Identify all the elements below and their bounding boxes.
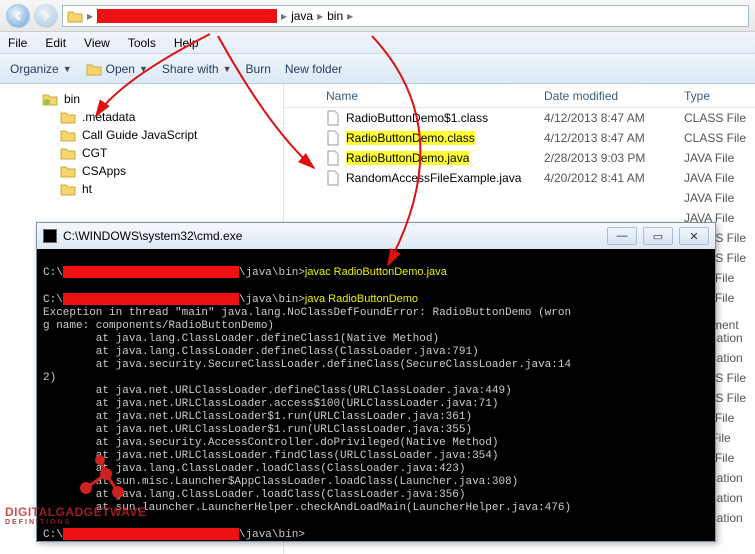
organize-button[interactable]: Organize▼ — [10, 62, 72, 76]
burn-button[interactable]: Burn — [246, 62, 271, 76]
menu-help[interactable]: Help — [174, 36, 199, 50]
folder-icon — [60, 147, 76, 160]
chevron-right-icon: ▸ — [347, 9, 353, 23]
tree-item-label: .metadata — [82, 110, 135, 124]
file-date: 4/12/2013 8:47 AM — [544, 131, 684, 145]
folder-icon — [60, 111, 76, 124]
breadcrumb-item[interactable]: bin — [327, 9, 343, 23]
file-type: JAVA File — [684, 191, 755, 205]
menu-edit[interactable]: Edit — [45, 36, 66, 50]
cmd-output[interactable]: C:\XXXXXXXXXXXXXXXXXXXXXXXX\java\bin>jav… — [37, 249, 715, 541]
tree-item-label: bin — [64, 92, 80, 106]
watermark-text: DIGITALGADGETWAVE DEFINITIONS — [5, 505, 146, 526]
redacted-path — [97, 9, 277, 23]
tree-item-label: CGT — [82, 146, 107, 160]
watermark-graphic — [76, 454, 126, 498]
open-button[interactable]: Open▼ — [86, 62, 148, 76]
cmd-titlebar[interactable]: C:\WINDOWS\system32\cmd.exe — ▭ ✕ — [37, 223, 715, 249]
file-type: JAVA File — [684, 171, 755, 185]
breadcrumb-item[interactable]: java — [291, 9, 313, 23]
file-name: RadioButtonDemo.java — [346, 151, 469, 165]
tree-item[interactable]: CGT — [0, 144, 283, 162]
file-date: 4/20/2012 8:41 AM — [544, 171, 684, 185]
share-button[interactable]: Share with▼ — [162, 62, 232, 76]
chevron-down-icon: ▼ — [139, 64, 148, 74]
menu-tools[interactable]: Tools — [128, 36, 156, 50]
minimize-button[interactable]: — — [607, 227, 637, 245]
tree-item-label: ht — [82, 182, 92, 196]
back-button[interactable] — [6, 4, 30, 28]
folder-icon — [60, 165, 76, 178]
tree-item[interactable]: Call Guide JavaScript — [0, 126, 283, 144]
column-header-date[interactable]: Date modified — [544, 89, 684, 103]
folder-icon — [60, 129, 76, 142]
file-name: RadioButtonDemo.class — [346, 131, 475, 145]
file-row[interactable]: JAVA File — [284, 188, 755, 208]
file-row[interactable]: RadioButtonDemo$1.class 4/12/2013 8:47 AM… — [284, 108, 755, 128]
column-header-name[interactable]: Name — [284, 89, 544, 103]
menu-bar: File Edit View Tools Help — [0, 32, 755, 54]
chevron-down-icon: ▼ — [223, 64, 232, 74]
tree-item[interactable]: .metadata — [0, 108, 283, 126]
file-row[interactable]: RadioButtonDemo.class 4/12/2013 8:47 AMCL… — [284, 128, 755, 148]
close-button[interactable]: ✕ — [679, 227, 709, 245]
folder-open-icon — [86, 62, 102, 76]
file-type: CLASS File — [684, 111, 755, 125]
new-folder-button[interactable]: New folder — [285, 62, 342, 76]
forward-button[interactable] — [34, 4, 58, 28]
file-type: JAVA File — [684, 151, 755, 165]
menu-file[interactable]: File — [8, 36, 27, 50]
file-icon — [326, 170, 340, 186]
column-header-type[interactable]: Type — [684, 89, 755, 103]
file-date: 4/12/2013 8:47 AM — [544, 111, 684, 125]
file-row[interactable]: RadioButtonDemo.java 2/28/2013 9:03 PMJAV… — [284, 148, 755, 168]
file-name: RadioButtonDemo$1.class — [346, 111, 488, 125]
tree-item-bin[interactable]: bin — [0, 90, 283, 108]
file-name: RandomAccessFileExample.java — [346, 171, 521, 185]
chevron-right-icon: ▸ — [281, 9, 287, 23]
maximize-button[interactable]: ▭ — [643, 227, 673, 245]
tree-item-label: Call Guide JavaScript — [82, 128, 197, 142]
folder-icon — [42, 93, 58, 106]
file-icon — [326, 110, 340, 126]
tree-item[interactable]: ht — [0, 180, 283, 198]
folder-icon — [60, 183, 76, 196]
folder-icon — [67, 9, 83, 23]
file-icon — [326, 150, 340, 166]
breadcrumb[interactable]: ▸ ▸ java ▸ bin ▸ — [62, 5, 749, 27]
cmd-window: C:\WINDOWS\system32\cmd.exe — ▭ ✕ C:\XXX… — [36, 222, 716, 542]
cmd-icon — [43, 229, 57, 243]
file-icon — [326, 130, 340, 146]
file-type: CLASS File — [684, 131, 755, 145]
file-date: 2/28/2013 9:03 PM — [544, 151, 684, 165]
chevron-right-icon: ▸ — [317, 9, 323, 23]
chevron-down-icon: ▼ — [63, 64, 72, 74]
file-row[interactable]: RandomAccessFileExample.java 4/20/2012 8:… — [284, 168, 755, 188]
toolbar: Organize▼ Open▼ Share with▼ Burn New fol… — [0, 54, 755, 84]
menu-view[interactable]: View — [84, 36, 110, 50]
tree-item-label: CSApps — [82, 164, 126, 178]
tree-item[interactable]: CSApps — [0, 162, 283, 180]
column-header-row: Name Date modified Type — [284, 84, 755, 108]
cmd-title-text: C:\WINDOWS\system32\cmd.exe — [63, 229, 242, 243]
address-bar: ▸ ▸ java ▸ bin ▸ — [0, 0, 755, 32]
chevron-right-icon: ▸ — [87, 9, 93, 23]
